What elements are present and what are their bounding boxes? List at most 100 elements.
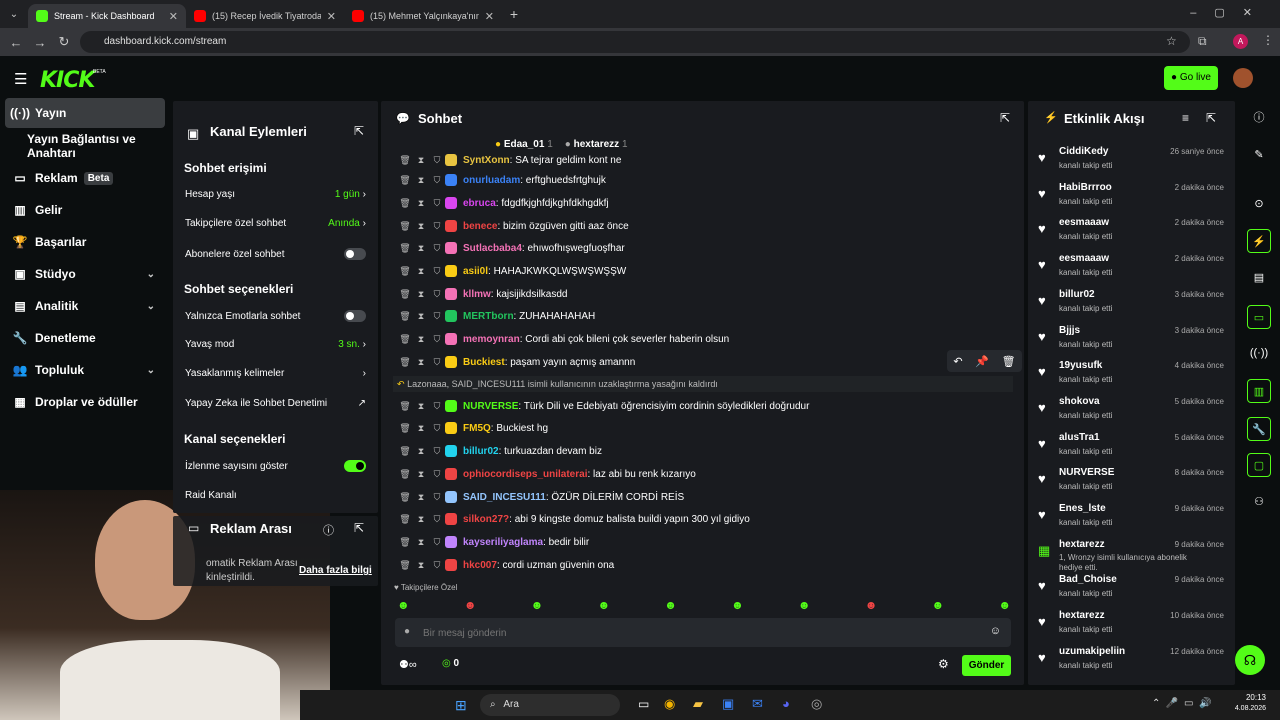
trash-icon[interactable]: 🗑 — [397, 155, 413, 166]
activity-item[interactable]: ♥ NURVERSE kanalı takip etti 8 dakika önce — [1036, 465, 1226, 501]
timeout-icon[interactable]: ⧗ — [413, 446, 429, 457]
nav-item-income[interactable]: ▥ Gelir — [5, 195, 165, 225]
document-icon[interactable]: ▤ — [1247, 266, 1271, 290]
broadcast-icon[interactable]: ((·)) — [1247, 341, 1271, 365]
taskbar-search[interactable]: ⌕ Ara — [480, 694, 620, 716]
window-controls[interactable]: –▢✕ — [1190, 6, 1270, 19]
nav-item-stream-key[interactable]: Yayın Bağlantısı ve Anahtarı — [27, 131, 187, 161]
activity-item[interactable]: ♥ Bjjjs kanalı takip etti 3 dakika önce — [1036, 323, 1226, 359]
chat-username[interactable]: FM5Q — [463, 423, 491, 434]
reload-icon[interactable]: ↻ — [52, 34, 76, 50]
emote-icon[interactable]: ☻ — [865, 598, 878, 612]
timeout-icon[interactable]: ⧗ — [413, 514, 429, 525]
timeout-icon[interactable]: ⧗ — [413, 469, 429, 480]
chat-username[interactable]: hkc007 — [463, 560, 497, 571]
subs-only-toggle[interactable] — [344, 248, 366, 260]
nav-item-studio[interactable]: ▣ Stüdyo ⌄ — [5, 259, 165, 289]
ai-moderation-row[interactable]: Yapay Zeka ile Sohbet Denetimi ↗ — [185, 398, 366, 409]
chat-username[interactable]: ebruca — [463, 198, 496, 209]
activity-item[interactable]: ♥ 19yusufk kanalı takip etti 4 dakika önce — [1036, 358, 1226, 394]
emote-icon[interactable]: ☻ — [998, 598, 1011, 612]
taskbar-clock[interactable]: 20:13 — [1238, 693, 1266, 702]
discord-icon[interactable]: ◕ — [782, 696, 790, 711]
users-icon[interactable]: ⚇ — [1247, 490, 1271, 514]
emote-icon[interactable]: ☻ — [531, 598, 544, 612]
wrench-icon[interactable]: 🔧 — [1247, 417, 1271, 441]
window-icon[interactable]: ▢ — [1247, 453, 1271, 477]
timeout-icon[interactable]: ⧗ — [413, 243, 429, 254]
layout-icon[interactable]: ▥ — [1247, 379, 1271, 403]
app-icon[interactable]: ◎ — [811, 696, 822, 712]
account-age-row[interactable]: Hesap yaşı 1 gün › — [185, 189, 366, 200]
activity-item[interactable]: ♥ eesmaaaw kanalı takip etti 2 dakika önce — [1036, 251, 1226, 287]
timeout-icon[interactable]: ⧗ — [413, 560, 429, 571]
infinity-icon[interactable]: ⚉∞ — [399, 658, 417, 671]
trash-icon[interactable]: 🗑 — [397, 537, 413, 548]
chat-username[interactable]: benece — [463, 221, 497, 232]
timeout-icon[interactable]: ⧗ — [413, 221, 429, 232]
close-icon[interactable]: ✕ — [169, 10, 178, 23]
followers-only-row[interactable]: Takipçilere özel sohbet Anında › — [185, 218, 366, 229]
timeout-icon[interactable]: ⧗ — [413, 198, 429, 209]
timeout-icon[interactable]: ⧗ — [413, 155, 429, 166]
trash-icon[interactable]: 🗑 — [397, 423, 413, 434]
chat-input[interactable] — [423, 624, 983, 642]
target-icon[interactable]: ⊙ — [1247, 192, 1271, 216]
activity-item[interactable]: ♥ hextarezz kanalı takip etti 10 dakika önc… — [1036, 608, 1226, 644]
chat-username[interactable]: onurluadam — [463, 175, 520, 186]
url-input[interactable]: dashboard.kick.com/stream — [80, 31, 1190, 53]
chat-username[interactable]: MERTborn — [463, 311, 514, 322]
emote-icon[interactable]: ☻ — [664, 598, 677, 612]
points-display[interactable]: ◎ 0 — [442, 658, 459, 669]
trash-icon[interactable]: 🗑 — [397, 514, 413, 525]
activity-item[interactable]: ♥ uzumakipeliin kanalı takip etti 12 dakika… — [1036, 644, 1226, 680]
trash-icon[interactable]: 🗑 — [397, 289, 413, 300]
chat-username[interactable]: kllmw — [463, 289, 491, 300]
user-avatar[interactable] — [1233, 68, 1253, 88]
timeout-icon[interactable]: ⧗ — [413, 401, 429, 412]
trash-icon[interactable]: 🗑 — [397, 357, 413, 368]
nav-item-drops[interactable]: ▦ Droplar ve ödüller — [5, 387, 165, 417]
timeout-icon[interactable]: ⧗ — [413, 311, 429, 322]
timeout-icon[interactable]: ⧗ — [413, 357, 429, 368]
close-icon[interactable]: ✕ — [327, 10, 336, 23]
timeout-icon[interactable]: ⧗ — [413, 175, 429, 186]
chat-username[interactable]: ophiocordiseps_unilaterai — [463, 469, 587, 480]
support-icon[interactable]: ☊ — [1235, 645, 1265, 675]
info-icon[interactable]: ⓘ — [1247, 106, 1271, 130]
chat-username[interactable]: Sutlacbaba4 — [463, 243, 522, 254]
tab-kick-dashboard[interactable]: Stream - Kick Dashboard ✕ — [28, 4, 186, 28]
nav-item-achievements[interactable]: 🏆 Başarılar — [5, 227, 165, 257]
nav-item-community[interactable]: 👥 Topluluk ⌄ — [5, 355, 165, 385]
close-icon[interactable]: ✕ — [485, 10, 494, 23]
slow-mode-row[interactable]: Yavaş mod 3 sn. › — [185, 339, 366, 350]
chat-username[interactable]: Buckiest — [463, 357, 505, 368]
popout-icon[interactable]: ⇱ — [1000, 111, 1010, 125]
tab-youtube-2[interactable]: (15) Mehmet Yalçınkaya'nın Mu ✕ — [344, 4, 502, 28]
top-gifter-1[interactable]: ● Edaa_01 1 — [495, 139, 553, 150]
trash-icon[interactable]: 🗑 — [397, 311, 413, 322]
chat-username[interactable]: asii0l — [463, 266, 488, 277]
forward-icon[interactable]: → — [28, 35, 52, 50]
raid-row[interactable]: Raid Kanalı — [185, 490, 366, 501]
timeout-icon[interactable]: ⧗ — [413, 537, 429, 548]
trash-icon[interactable]: 🗑 — [397, 221, 413, 232]
timeout-icon[interactable]: ⧗ — [413, 266, 429, 277]
folder-icon[interactable]: ▰ — [693, 696, 703, 712]
emote-icon[interactable]: ☻ — [397, 598, 410, 612]
activity-item[interactable]: ♥ eesmaaaw kanalı takip etti 2 dakika önce — [1036, 215, 1226, 251]
trash-icon[interactable]: 🗑 — [397, 492, 413, 503]
mail-icon[interactable]: ✉ — [752, 696, 763, 712]
settings-icon[interactable]: ⚙ — [938, 657, 949, 671]
new-tab-icon[interactable]: + — [502, 6, 526, 22]
timeout-icon[interactable]: ⧗ — [413, 423, 429, 434]
activity-item[interactable]: ♥ Enes_lste kanalı takip etti 9 dakika önce — [1036, 501, 1226, 537]
activity-item[interactable]: ♥ alusTra1 kanalı takip etti 5 dakika önce — [1036, 430, 1226, 466]
popout-icon[interactable]: ⇱ — [1206, 111, 1216, 125]
windows-start-icon[interactable]: ⊞ — [455, 697, 467, 714]
timeout-icon[interactable]: ⧗ — [413, 289, 429, 300]
filter-icon[interactable]: ≡ — [1182, 111, 1189, 125]
activity-item[interactable]: ▦ hextarezz 1, Wronzy isimli kullanıcıya a… — [1036, 537, 1226, 573]
bookmark-star-icon[interactable]: ☆ — [1166, 34, 1177, 48]
top-gifter-2[interactable]: ● hextarezz 1 — [565, 139, 628, 150]
